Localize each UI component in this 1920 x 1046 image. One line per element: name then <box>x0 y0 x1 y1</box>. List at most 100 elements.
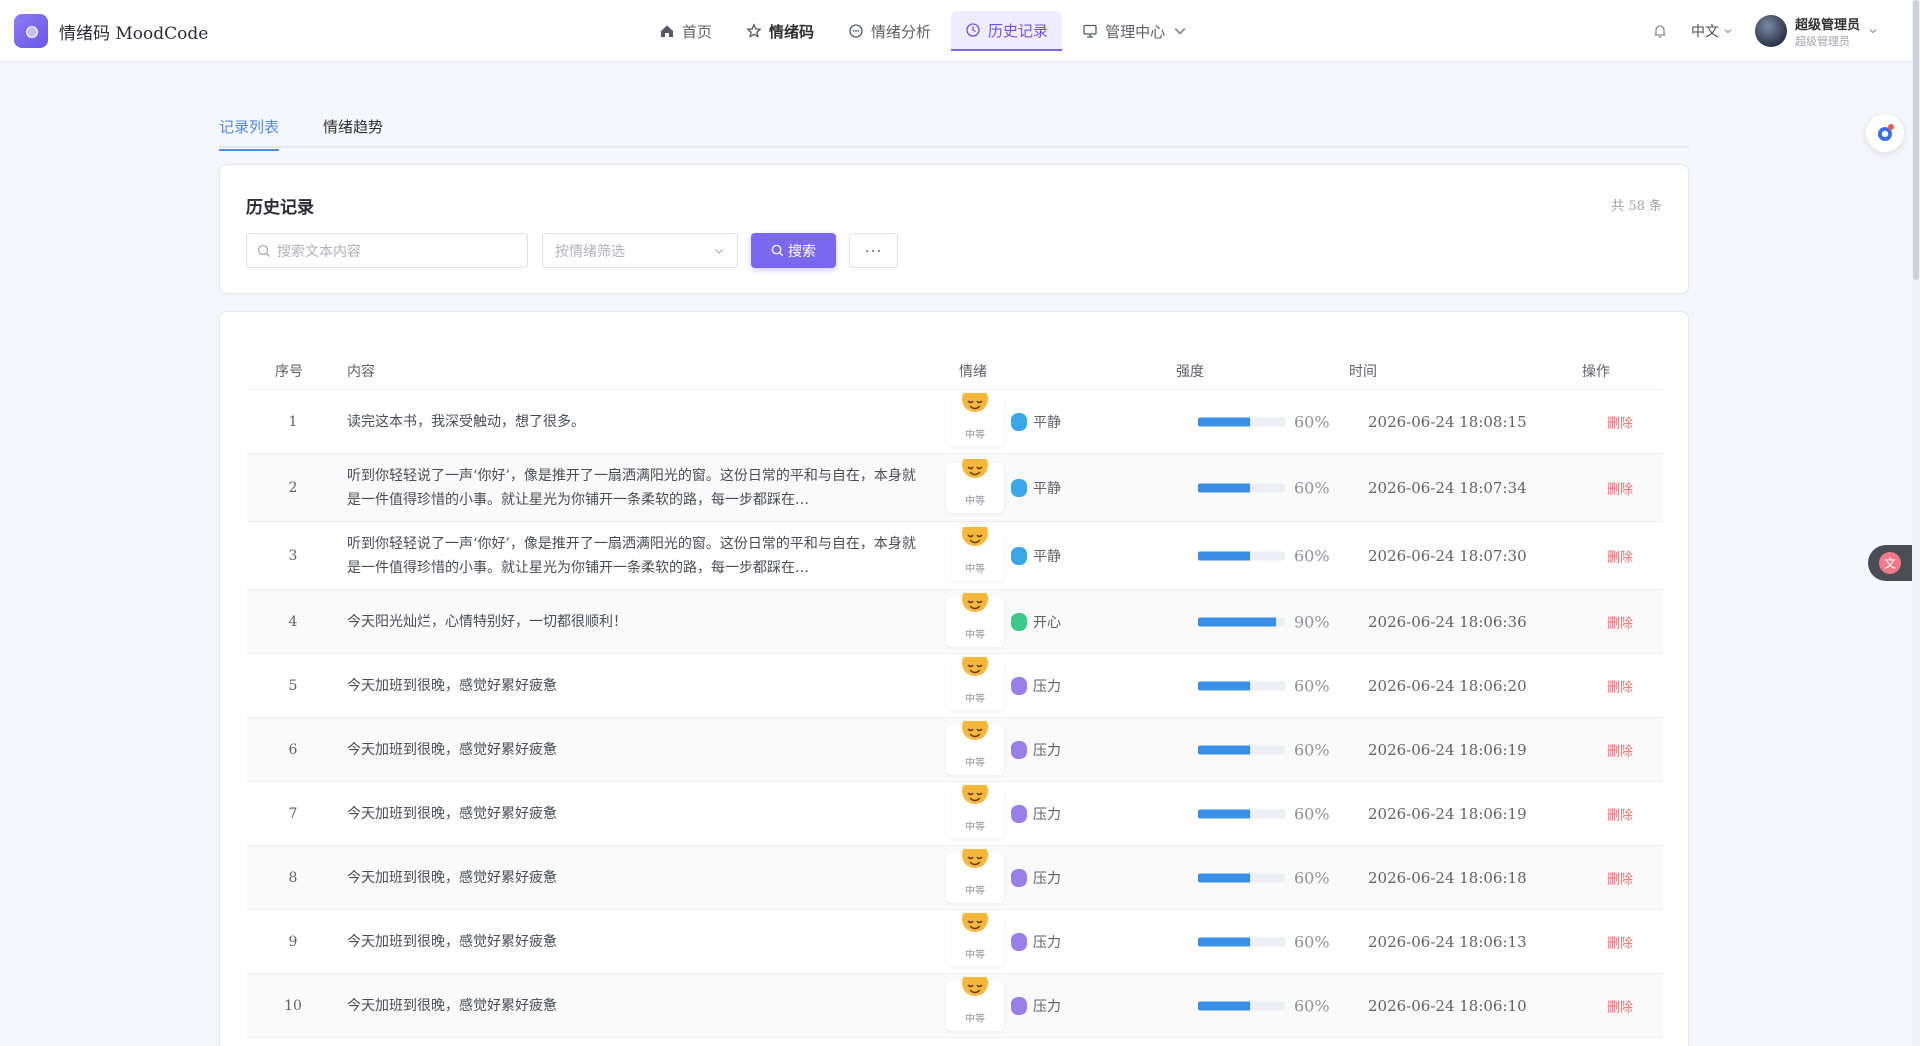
intensity-level-label: 中等 <box>965 429 985 441</box>
column-header-content: 内容 <box>347 364 375 380</box>
table-row: 10 今天加班到很晚，感觉好累好疲惫 中等 压力 60% 2026-06-24 … <box>247 974 1663 1038</box>
intensity-level-label: 中等 <box>965 821 985 833</box>
assistant-chat-button[interactable] <box>1866 114 1904 152</box>
delete-button[interactable]: 删除 <box>1607 996 1633 1015</box>
intensity-percent: 60% <box>1294 868 1330 887</box>
notification-bell-icon[interactable] <box>1651 22 1669 40</box>
table-row: 1 读完这本书，我深受触动，想了很多。 中等 平静 60% 2026-06-24… <box>247 390 1663 454</box>
row-content: 今天阳光灿烂，心情特别好，一切都很顺利！ <box>347 613 627 630</box>
delete-button[interactable]: 删除 <box>1607 868 1633 887</box>
row-index: 3 <box>288 547 298 564</box>
delete-button[interactable]: 删除 <box>1607 412 1633 431</box>
emotion-tag: 压力 <box>1011 868 1061 888</box>
intensity-percent: 60% <box>1294 412 1330 431</box>
emotion-label: 开心 <box>1033 614 1061 631</box>
intensity-level-label: 中等 <box>965 495 985 507</box>
emotion-face-icon <box>1011 804 1027 823</box>
more-options-button[interactable]: ··· <box>849 233 898 268</box>
intensity-percent: 60% <box>1294 546 1330 565</box>
search-icon <box>771 244 784 257</box>
user-menu[interactable]: 超级管理员 超级管理员 <box>1754 14 1878 49</box>
intensity-percent: 60% <box>1294 996 1330 1015</box>
row-content: 听到你轻轻说了一声‘你好’，像是推开了一扇洒满阳光的窗。这份日常的平和与自在，本… <box>347 467 916 508</box>
intensity-level-badge: 中等 <box>946 784 1004 839</box>
intensity-level-badge: 中等 <box>946 526 1004 581</box>
delete-button[interactable]: 删除 <box>1607 612 1633 631</box>
chat-icon <box>849 24 863 38</box>
intensity-percent: 60% <box>1294 676 1330 695</box>
smiling-face-icon <box>962 784 988 804</box>
emotion-label: 压力 <box>1033 870 1061 887</box>
row-time: 2026-06-24 18:06:36 <box>1368 612 1527 631</box>
table-row: 3 听到你轻轻说了一声‘你好’，像是推开了一扇洒满阳光的窗。这份日常的平和与自在… <box>247 522 1663 590</box>
page-scrollbar[interactable] <box>1912 0 1920 1046</box>
row-index: 8 <box>288 869 298 886</box>
scroll-thumb[interactable] <box>1913 0 1919 280</box>
emotion-tag: 开心 <box>1011 612 1061 632</box>
nav-admin[interactable]: 管理中心 <box>1068 11 1202 51</box>
table-row: 8 今天加班到很晚，感觉好累好疲惫 中等 压力 60% 2026-06-24 1… <box>247 846 1663 910</box>
emotion-tag: 压力 <box>1011 804 1061 824</box>
delete-button[interactable]: 删除 <box>1607 546 1633 565</box>
table-row: 6 今天加班到很晚，感觉好累好疲惫 中等 压力 60% 2026-06-24 1… <box>247 718 1663 782</box>
row-content: 今天加班到很晚，感觉好累好疲惫 <box>347 869 557 886</box>
intensity-bar <box>1198 681 1285 690</box>
search-button[interactable]: 搜索 <box>751 233 836 268</box>
star-icon <box>746 23 762 38</box>
nav-moodcode[interactable]: 情绪码 <box>732 11 828 51</box>
tab-record-list[interactable]: 记录列表 <box>219 116 280 151</box>
delete-button[interactable]: 删除 <box>1607 676 1633 695</box>
emotion-face-icon <box>1011 996 1027 1015</box>
emotion-label: 压力 <box>1033 678 1061 695</box>
intensity-bar-fill <box>1198 937 1251 946</box>
emotion-label: 平静 <box>1033 548 1061 565</box>
table-row: 5 今天加班到很晚，感觉好累好疲惫 中等 压力 60% 2026-06-24 1… <box>247 654 1663 718</box>
intensity-percent: 90% <box>1294 612 1330 631</box>
user-name: 超级管理员 <box>1794 17 1860 33</box>
intensity-bar <box>1198 483 1285 492</box>
table-row: 7 今天加班到很晚，感觉好累好疲惫 中等 压力 60% 2026-06-24 1… <box>247 782 1663 846</box>
emotion-filter-select[interactable]: 按情绪筛选 <box>542 233 738 268</box>
main-nav: 首页 情绪码 情绪分析 历史记录 管理中心 <box>645 11 1202 51</box>
header-right: 中文 超级管理员 超级管理员 <box>1651 14 1878 48</box>
emotion-face-icon <box>1011 868 1027 887</box>
home-icon <box>661 25 673 37</box>
row-index: 1 <box>288 413 298 430</box>
delete-button[interactable]: 删除 <box>1607 478 1633 497</box>
smiling-face-icon <box>962 720 988 740</box>
row-time: 2026-06-24 18:06:19 <box>1368 740 1527 759</box>
nav-home[interactable]: 首页 <box>645 11 726 51</box>
app-logo[interactable] <box>14 14 48 48</box>
row-time: 2026-06-24 18:06:10 <box>1368 996 1527 1015</box>
intensity-bar-fill <box>1198 551 1251 560</box>
chevron-down-icon <box>1869 29 1877 34</box>
search-card: 历史记录 共 58 条 搜索文本内容 按情绪筛选 搜索 ··· <box>219 164 1689 294</box>
row-content: 今天加班到很晚，感觉好累好疲惫 <box>347 741 557 758</box>
history-table-card: 序号 内容 情绪 强度 时间 操作 1 读完这本书，我深受触动，想了很多。 中等… <box>219 311 1689 1046</box>
intensity-level-badge: 中等 <box>946 458 1004 513</box>
nav-history[interactable]: 历史记录 <box>951 11 1063 51</box>
emotion-face-icon <box>1011 478 1027 497</box>
row-time: 2026-06-24 18:07:34 <box>1368 478 1527 497</box>
table-header: 序号 内容 情绪 强度 时间 操作 <box>247 348 1663 390</box>
row-index: 7 <box>288 805 298 822</box>
row-content: 今天加班到很晚，感觉好累好疲惫 <box>347 933 557 950</box>
delete-button[interactable]: 删除 <box>1607 932 1633 951</box>
app-title[interactable]: 情绪码 MoodCode <box>59 19 208 44</box>
column-header-emotion: 情绪 <box>959 364 987 380</box>
language-switcher[interactable]: 中文 <box>1691 21 1733 41</box>
search-input[interactable]: 搜索文本内容 <box>246 233 528 268</box>
row-content: 听到你轻轻说了一声‘你好’，像是推开了一扇洒满阳光的窗。这份日常的平和与自在，本… <box>347 535 916 576</box>
row-index: 10 <box>284 997 302 1014</box>
delete-button[interactable]: 删除 <box>1607 740 1633 759</box>
nav-analysis[interactable]: 情绪分析 <box>834 11 945 51</box>
row-index: 5 <box>288 677 298 694</box>
translate-float-button[interactable]: 文 <box>1868 545 1912 581</box>
tab-mood-trend[interactable]: 情绪趋势 <box>323 116 383 149</box>
row-content: 读完这本书，我深受触动，想了很多。 <box>347 413 585 430</box>
emotion-tag: 压力 <box>1011 740 1061 760</box>
intensity-bar-fill <box>1198 617 1277 626</box>
delete-button[interactable]: 删除 <box>1607 804 1633 823</box>
intensity-percent: 60% <box>1294 740 1330 759</box>
smiling-face-icon <box>962 458 988 478</box>
